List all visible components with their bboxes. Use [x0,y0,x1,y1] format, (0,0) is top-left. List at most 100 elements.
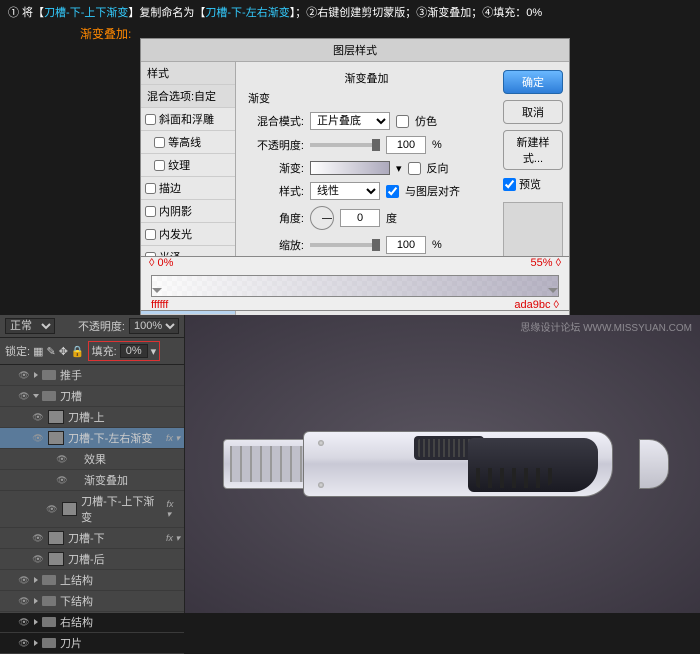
folder-icon [42,638,56,648]
lock-icon[interactable]: ✥ [59,345,68,358]
expand-icon[interactable] [34,619,38,625]
cancel-button[interactable]: 取消 [503,100,563,124]
style-item[interactable]: 内发光 [141,223,235,246]
layer-row[interactable]: 👁 推手 [0,365,184,386]
angle-dial[interactable] [310,206,334,230]
dropdown-icon[interactable]: ▾ [151,345,157,358]
style-item[interactable]: 斜面和浮雕 [141,108,235,131]
style-checkbox[interactable] [154,160,165,171]
visibility-icon[interactable]: 👁 [18,616,30,628]
right-color-stop[interactable] [548,288,558,298]
visibility-icon[interactable]: 👁 [18,637,30,649]
visibility-icon[interactable]: 👁 [56,474,68,486]
style-item[interactable]: 描边 [141,177,235,200]
layer-name: 刀槽-上 [68,409,105,425]
lock-icon[interactable]: 🔒 [71,345,85,358]
visibility-icon[interactable]: 👁 [56,453,68,465]
layer-thumbnail [48,431,64,445]
dialog-title: 图层样式 [141,39,569,62]
layer-row[interactable]: 👁刀槽 [0,386,184,407]
instruction-text: ① 将【刀槽-下-上下渐变】复制命名为【刀槽-下-左右渐变】；②右键创建剪切蒙版… [0,0,700,25]
visibility-icon[interactable]: 👁 [32,532,44,544]
layer-row[interactable]: 👁刀槽-下-左右渐变fx ▾ [0,428,184,449]
layer-name: 上结构 [60,572,93,588]
visibility-icon[interactable]: 👁 [46,503,58,515]
visibility-icon[interactable]: 👁 [32,432,44,444]
folder-icon [42,370,56,380]
blend-mode-label: 混合模式: [248,113,304,129]
layer-name: 刀槽-下-上下渐变 [81,493,162,525]
gradient-editor: ◊ 0% 55% ◊ ffffff ada9bc ◊ [140,256,570,311]
left-color-stop[interactable] [152,288,162,298]
dither-checkbox[interactable] [396,115,409,128]
fx-badge[interactable]: fx ▾ [166,533,180,544]
opacity-input[interactable] [386,136,426,154]
visibility-icon[interactable]: 👁 [18,369,30,381]
dither-label: 仿色 [415,113,437,129]
layer-row[interactable]: 👁效果 [0,449,184,470]
layer-name: 推手 [60,367,82,383]
blend-mode-dropdown[interactable]: 正常 [5,318,55,334]
lock-icon[interactable]: ✎ [46,345,55,358]
folder-icon [42,596,56,606]
expand-icon[interactable] [34,577,38,583]
ok-button[interactable]: 确定 [503,70,563,94]
layer-row[interactable]: 👁下结构 [0,591,184,612]
blend-mode-select[interactable]: 正片叠底 [310,112,390,130]
visibility-icon[interactable]: 👁 [18,390,30,402]
styles-header[interactable]: 样式 [141,62,235,85]
new-style-button[interactable]: 新建样式... [503,130,563,170]
gradient-bar[interactable] [151,275,559,297]
style-checkbox[interactable] [145,183,156,194]
blend-options[interactable]: 混合选项:自定 [141,85,235,108]
visibility-icon[interactable]: 👁 [32,411,44,423]
expand-icon[interactable] [34,640,38,646]
style-checkbox[interactable] [145,114,156,125]
layer-row[interactable]: 👁刀片 [0,633,184,654]
layer-row[interactable]: 👁刀槽-后 [0,549,184,570]
style-item[interactable]: 纹理 [141,154,235,177]
layer-row[interactable]: 👁 刀槽-下 fx ▾ [0,528,184,549]
right-color-hex: ada9bc ◊ [514,299,559,311]
layer-opacity-input[interactable]: 100% [129,318,179,334]
expand-icon[interactable] [34,598,38,604]
style-checkbox[interactable] [145,229,156,240]
layers-panel: 正常 不透明度: 100% 锁定: ▦ ✎ ✥ 🔒 填充: ▾ 👁推手👁刀槽👁刀… [0,315,185,613]
layer-name: 渐变叠加 [84,472,128,488]
layer-thumbnail [62,502,78,516]
layer-row[interactable]: 👁 上结构 [0,570,184,591]
align-label: 与图层对齐 [405,183,460,199]
style-select[interactable]: 线性 [310,182,380,200]
dropdown-icon[interactable]: ▾ [396,162,402,175]
reverse-checkbox[interactable] [408,162,421,175]
layer-name: 刀槽-下 [68,530,105,546]
layer-row[interactable]: 👁 渐变叠加 [0,470,184,491]
knife-illustration [223,409,663,519]
canvas: 思缘设计论坛 WWW.MISSYUAN.COM [185,315,700,613]
scale-input[interactable] [386,236,426,254]
layer-row[interactable]: 👁 刀槽-下-上下渐变 fx ▾ [0,491,184,528]
style-checkbox[interactable] [145,206,156,217]
fx-badge[interactable]: fx ▾ [166,499,180,520]
expand-icon[interactable] [34,372,38,378]
expand-icon[interactable] [33,394,39,398]
angle-input[interactable] [340,209,380,227]
preview-checkbox[interactable] [503,178,516,191]
fill-input[interactable] [120,344,148,358]
fill-label: 填充: [92,343,117,359]
align-checkbox[interactable] [386,185,399,198]
visibility-icon[interactable]: 👁 [18,595,30,607]
style-item[interactable]: 内阴影 [141,200,235,223]
scale-label: 缩放: [248,237,304,253]
photoshop-ui: 正常 不透明度: 100% 锁定: ▦ ✎ ✥ 🔒 填充: ▾ 👁推手👁刀槽👁刀… [0,315,700,613]
layer-row[interactable]: 👁 刀槽-上 [0,407,184,428]
style-item[interactable]: 等高线 [141,131,235,154]
gradient-swatch[interactable] [310,161,390,175]
visibility-icon[interactable]: 👁 [18,574,30,586]
style-checkbox[interactable] [154,137,165,148]
folder-icon [42,391,56,401]
visibility-icon[interactable]: 👁 [32,553,44,565]
layer-row[interactable]: 👁右结构 [0,612,184,633]
lock-icon[interactable]: ▦ [33,345,43,358]
fx-badge[interactable]: fx ▾ [166,433,180,444]
